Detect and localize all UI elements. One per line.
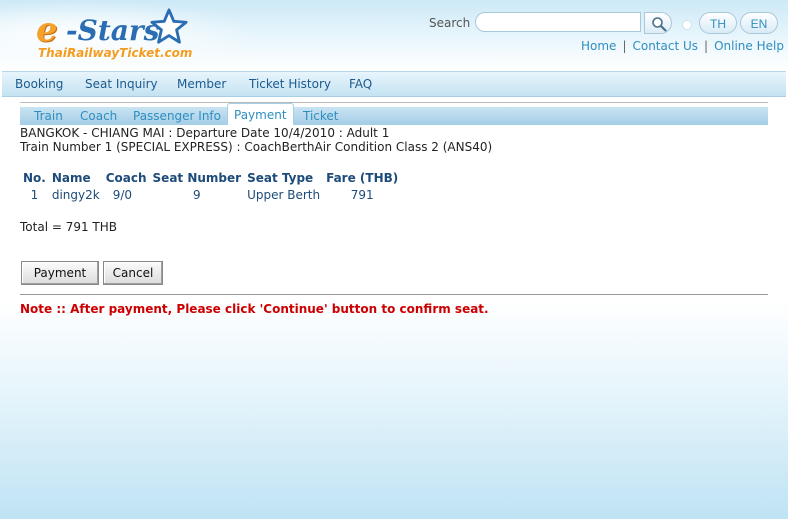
col-seat-type: Seat Type [247,171,314,185]
table-row: 1 dingy2k 9/0 9 Upper Berth 791 [20,186,401,204]
nav-seat-inquiry[interactable]: Seat Inquiry [85,77,158,91]
step-coach[interactable]: Coach [80,109,117,123]
star-icon [150,8,188,44]
content-top-rule [20,102,768,103]
col-fare: Fare (THB) [326,171,399,185]
step-payment[interactable]: Payment [227,103,294,125]
search-button[interactable] [644,12,672,34]
magnifier-icon [652,16,667,32]
nav-member[interactable]: Member [177,77,226,91]
col-name: Name [51,171,91,185]
logo-subtitle: ThaiRailwayTicket.com [38,46,193,60]
step-ticket[interactable]: Ticket [303,109,339,123]
cell-seat-number: 9 [192,188,201,202]
seat-table: No. Name Coach Seat Number Seat Type Far… [20,170,401,204]
cell-coach: 9/0 [112,188,133,202]
col-seat-number: Seat Number [152,171,242,185]
nav-faq[interactable]: FAQ [349,77,372,91]
home-link[interactable]: Home [581,39,616,53]
divider [20,294,768,295]
step-passenger-info[interactable]: Passenger Info [133,109,221,123]
table-header-row: No. Name Coach Seat Number Seat Type Far… [20,170,401,186]
col-coach: Coach [105,171,147,185]
booking-steps: Train Coach Passenger Info Payment Ticke… [20,103,768,125]
search-input[interactable] [475,12,641,32]
cell-seat-type: Upper Berth [247,188,321,202]
payment-button[interactable]: Payment [21,261,99,285]
cancel-button[interactable]: Cancel [103,261,163,285]
logo-letter-e: e [36,10,58,50]
trip-route-line: BANGKOK - CHIANG MAI : Departure Date 10… [20,126,390,140]
cell-name: dingy2k [51,188,100,202]
col-no: No. [23,171,46,185]
site-logo[interactable]: e -Stars ThaiRailwayTicket.com [36,8,196,68]
trip-train-line: Train Number 1 (SPECIAL EXPRESS) : Coach… [20,140,493,154]
site-header: e -Stars ThaiRailwayTicket.com Search TH… [0,0,788,70]
payment-note: Note :: After payment, Please click 'Con… [20,302,489,316]
nav-ticket-history[interactable]: Ticket History [249,77,331,91]
cell-fare: 791 [350,188,374,202]
lang-th-button[interactable]: TH [699,12,737,34]
contact-us-link[interactable]: Contact Us [632,39,698,53]
main-nav: Booking Seat Inquiry Member Ticket Histo… [2,71,786,97]
online-help-link[interactable]: Online Help [714,39,784,53]
nav-booking[interactable]: Booking [15,77,63,91]
search-label: Search [429,16,471,30]
cell-no: 1 [30,188,39,202]
step-train[interactable]: Train [34,109,63,123]
logo-stars-text: -Stars [66,14,160,47]
lang-en-button[interactable]: EN [740,12,778,34]
total-amount: Total = 791 THB [20,220,118,234]
separator-dot [682,20,692,30]
top-links: Home | Contact Us | Online Help [581,39,784,53]
